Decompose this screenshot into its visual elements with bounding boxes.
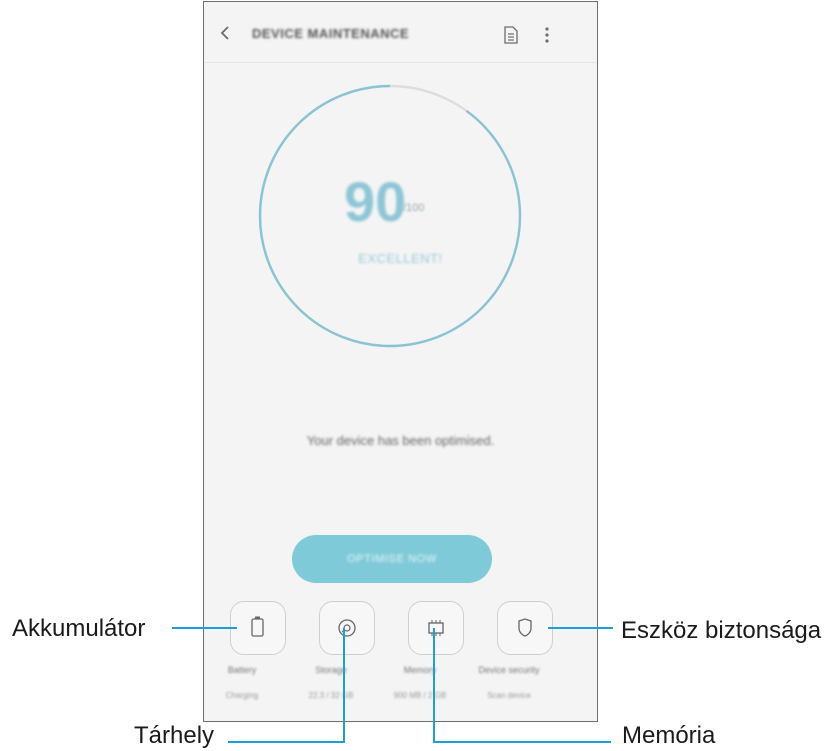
memory-tile[interactable] [408, 601, 464, 655]
memory-value: 900 MB / 2 GB [393, 691, 447, 700]
memory-chip-icon [428, 620, 444, 636]
report-icon[interactable] [503, 26, 519, 44]
battery-value: Charging [225, 691, 259, 700]
storage-callout: Tárhely [134, 722, 215, 749]
storage-value: 22.3 / 32 GB [308, 691, 354, 700]
storage-label: Storage [315, 665, 347, 675]
storage-leader-vertical [343, 628, 345, 743]
memory-label: Memory [403, 665, 437, 675]
memory-leader-horizontal [433, 741, 611, 743]
security-callout: Eszköz biztonsága [621, 617, 822, 644]
score-status: EXCELLENT! [358, 251, 443, 266]
battery-callout: Akkumulátor [12, 615, 146, 642]
battery-leader-line [172, 627, 237, 629]
memory-callout: Memória [622, 722, 716, 749]
security-label: Device security [478, 665, 540, 675]
phone-screen: DEVICE MAINTENANCE 90 /100 EXCELLENT! Yo… [203, 1, 598, 722]
storage-icon [338, 619, 356, 637]
status-message: Your device has been optimised. [306, 433, 495, 448]
optimise-now-label: OPTIMISE NOW [347, 553, 437, 565]
optimise-now-button[interactable]: OPTIMISE NOW [292, 535, 492, 583]
app-bar: DEVICE MAINTENANCE [204, 2, 597, 63]
storage-tile[interactable] [319, 601, 375, 655]
security-tile[interactable] [497, 601, 553, 655]
security-value: Scan device [487, 691, 531, 700]
back-icon[interactable] [218, 24, 234, 42]
page-title: DEVICE MAINTENANCE [252, 26, 410, 41]
more-options-icon[interactable] [544, 26, 550, 44]
security-leader-line [548, 627, 613, 629]
battery-label: Battery [227, 665, 257, 675]
battery-tile[interactable] [230, 601, 286, 655]
memory-leader-vertical [433, 628, 435, 743]
score-unit: /100 [403, 202, 425, 214]
score-value: 90 [344, 170, 407, 233]
shield-icon [518, 618, 532, 637]
battery-icon [251, 616, 264, 637]
storage-leader-horizontal [228, 741, 345, 743]
